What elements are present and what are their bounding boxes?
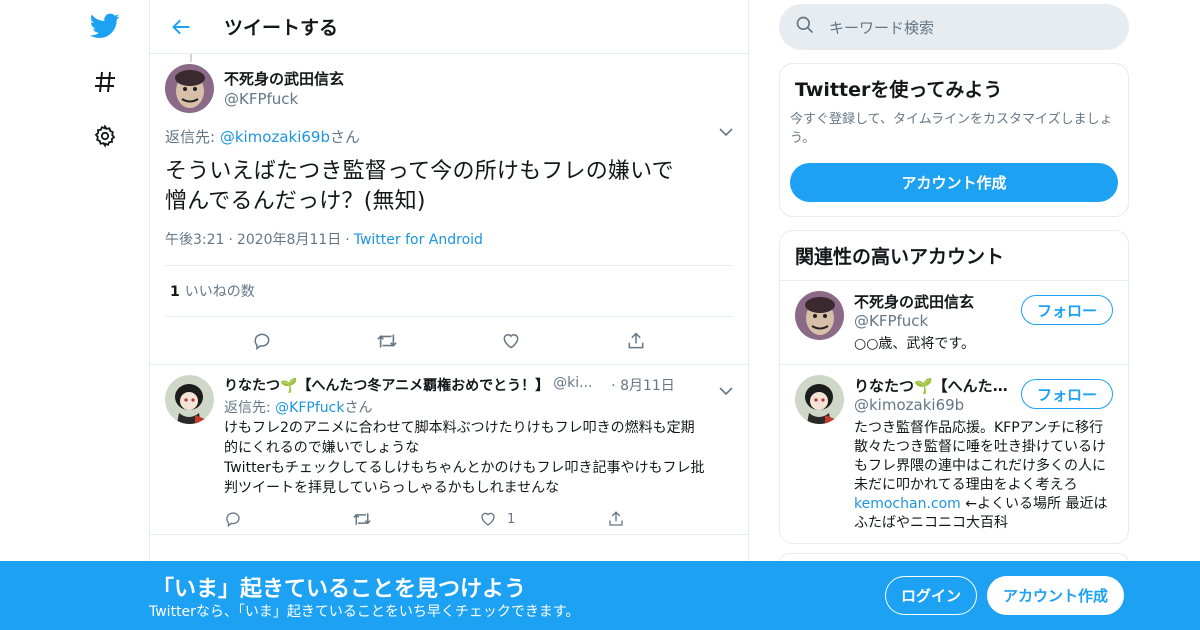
- create-account-button[interactable]: アカウント作成: [987, 576, 1124, 615]
- tweet-author: 不死身の武田信玄 @KFPfuck: [165, 54, 733, 113]
- search-input[interactable]: キーワード検索: [779, 4, 1129, 50]
- related-account[interactable]: 不死身の武田信玄 @KFPfuck ○○歳、武将です。 フォロー: [780, 281, 1128, 365]
- reply-author-handle[interactable]: @ki...: [553, 375, 603, 395]
- account-name[interactable]: りなたつ🌱【へんた...: [854, 375, 1009, 396]
- follow-button[interactable]: フォロー: [1021, 295, 1113, 325]
- bottom-bar-title: 「いま」起きていることを見つけよう: [152, 577, 527, 602]
- reply-to: 返信先: @kimozaki69bさん: [165, 126, 733, 147]
- reply-date[interactable]: · 8月11日: [611, 375, 675, 395]
- like-count: 1: [507, 511, 516, 527]
- right-sidebar: キーワード検索 Twitterを使ってみよう 今すぐ登録して、タイムラインをカス…: [779, 0, 1129, 544]
- reply-author-name[interactable]: りなたつ🌱【へんたつ冬アニメ覇権おめでとう！】: [224, 375, 549, 395]
- related-accounts-card: 関連性の高いアカウント 不死身の武田信玄 @KFPfuck ○○歳、武将です。 …: [779, 230, 1129, 544]
- signup-card-desc: 今すぐ登録して、タイムラインをカスタマイズしましょう。: [790, 112, 1113, 146]
- reply-to: 返信先: @KFPfuckさん: [224, 397, 734, 417]
- twitter-logo-icon[interactable]: [89, 10, 121, 42]
- author-name[interactable]: 不死身の武田信玄: [224, 68, 344, 89]
- signup-bottom-bar: 「いま」起きていることを見つけよう Twitterなら、「いま」起きていることを…: [0, 561, 1200, 630]
- reply-text-line: Twitterもチェックしてるしけもちゃんとかのけもフレ叩き記事やけもフレ批: [224, 460, 705, 476]
- create-account-button[interactable]: アカウント作成: [790, 163, 1118, 202]
- reply-text-line: けもフレ2のアニメに合わせて脚本料ぶつけたりけもフレ叩きの燃料も定期: [224, 420, 695, 436]
- tweet-text: そういえばたつき監督って今の所けもフレの嫌いで 憎んでるんだっけ？(無知): [165, 157, 733, 217]
- follow-button[interactable]: フォロー: [1021, 379, 1113, 409]
- reply-to-suffix: さん: [344, 400, 373, 416]
- reply-date-text: 8月11日: [620, 378, 675, 394]
- thread-connector: [190, 54, 192, 62]
- search-icon: [795, 15, 815, 39]
- related-account[interactable]: りなたつ🌱【へんた... @kimozaki69b たつき監督作品応援。KFPア…: [780, 365, 1128, 543]
- share-icon[interactable]: [607, 510, 735, 528]
- likes-stat[interactable]: 1 いいねの数: [165, 266, 733, 317]
- signup-card: Twitterを使ってみよう 今すぐ登録して、タイムラインをカスタマイズしましょ…: [779, 63, 1129, 217]
- separator: ·: [345, 232, 350, 248]
- tweet-meta: 午後3:21 · 2020年8月11日 · Twitter for Android: [165, 229, 733, 266]
- avatar[interactable]: [795, 291, 844, 340]
- tweet-actions: [150, 317, 748, 365]
- reply-to-handle-link[interactable]: @kimozaki69b: [220, 128, 330, 146]
- reply-icon[interactable]: [224, 510, 352, 528]
- account-name[interactable]: 不死身の武田信玄: [854, 291, 1009, 312]
- reply-tweet[interactable]: りなたつ🌱【へんたつ冬アニメ覇権おめでとう！】 @ki... · 8月11日 返…: [150, 365, 748, 535]
- reply-to-handle-link[interactable]: @KFPfuck: [275, 400, 344, 416]
- likes-count: 1: [170, 284, 180, 300]
- reply-actions: 1: [224, 508, 734, 530]
- account-bio-text: たつき監督作品応援。KFPアンチに移行 散々たつき監督に唾を吐き掛けているけもフ…: [854, 420, 1106, 493]
- reply-icon[interactable]: [250, 329, 274, 353]
- avatar[interactable]: [795, 375, 844, 424]
- main-column: ツイートする 不死身の武田信玄 @KFPfuck 返信先: @kimozaki6…: [149, 0, 749, 630]
- tweet-text-line: 憎んでるんだっけ？(無知): [165, 189, 426, 214]
- share-icon[interactable]: [624, 329, 648, 353]
- author-handle[interactable]: @KFPfuck: [224, 90, 344, 108]
- reply-header: りなたつ🌱【へんたつ冬アニメ覇権おめでとう！】 @ki... · 8月11日: [224, 375, 734, 395]
- reply-text-line: 的にくれるので嫌いでしょうな: [224, 440, 420, 456]
- reply-to-suffix: さん: [330, 128, 361, 146]
- retweet-icon[interactable]: [375, 329, 399, 353]
- chevron-down-icon[interactable]: [719, 122, 733, 141]
- tweet-source-link[interactable]: Twitter for Android: [354, 232, 483, 248]
- bottom-bar-subtitle: Twitterなら、「いま」起きていることをいち早くチェックできます。: [149, 604, 580, 620]
- signup-card-title: Twitterを使ってみよう: [795, 79, 1003, 101]
- focused-tweet: 不死身の武田信玄 @KFPfuck 返信先: @kimozaki69bさん そう…: [150, 54, 748, 365]
- like-heart-icon[interactable]: [499, 329, 523, 353]
- tweet-text-line: そういえばたつき監督って今の所けもフレの嫌いで: [165, 159, 674, 184]
- chevron-down-icon[interactable]: [719, 381, 733, 400]
- left-nav: [0, 0, 150, 630]
- back-arrow-icon[interactable]: [166, 12, 196, 42]
- reply-text-line: 判ツイートを拝見していらっしゃるかもしれませんな: [224, 480, 560, 496]
- tweet-date[interactable]: 2020年8月11日: [237, 232, 341, 248]
- retweet-icon[interactable]: [352, 510, 480, 528]
- tweet-time[interactable]: 午後3:21: [165, 232, 224, 248]
- page-title: ツイートする: [224, 17, 339, 39]
- avatar[interactable]: [165, 64, 214, 113]
- related-header: 関連性の高いアカウント: [780, 231, 1128, 281]
- like-heart-icon[interactable]: 1: [479, 510, 607, 528]
- avatar[interactable]: [165, 375, 214, 424]
- search-placeholder: キーワード検索: [829, 18, 935, 37]
- login-button[interactable]: ログイン: [885, 576, 977, 615]
- hashtag-icon[interactable]: [89, 66, 121, 98]
- related-title: 関連性の高いアカウント: [795, 246, 1005, 268]
- reply-to-prefix: 返信先:: [224, 400, 276, 416]
- account-bio-link[interactable]: kemochan.com: [854, 496, 961, 512]
- reply-text: けもフレ2のアニメに合わせて脚本料ぶつけたりけもフレ叩きの燃料も定期 的にくれる…: [224, 418, 734, 498]
- page-header: ツイートする: [150, 0, 748, 54]
- reply-to-prefix: 返信先:: [165, 128, 220, 146]
- account-bio: ○○歳、武将です。: [854, 336, 976, 352]
- settings-gear-icon[interactable]: [89, 120, 121, 152]
- likes-label: いいねの数: [184, 284, 255, 300]
- account-bio: たつき監督作品応援。KFPアンチに移行 散々たつき監督に唾を吐き掛けているけもフ…: [854, 419, 1109, 533]
- separator: ·: [228, 232, 233, 248]
